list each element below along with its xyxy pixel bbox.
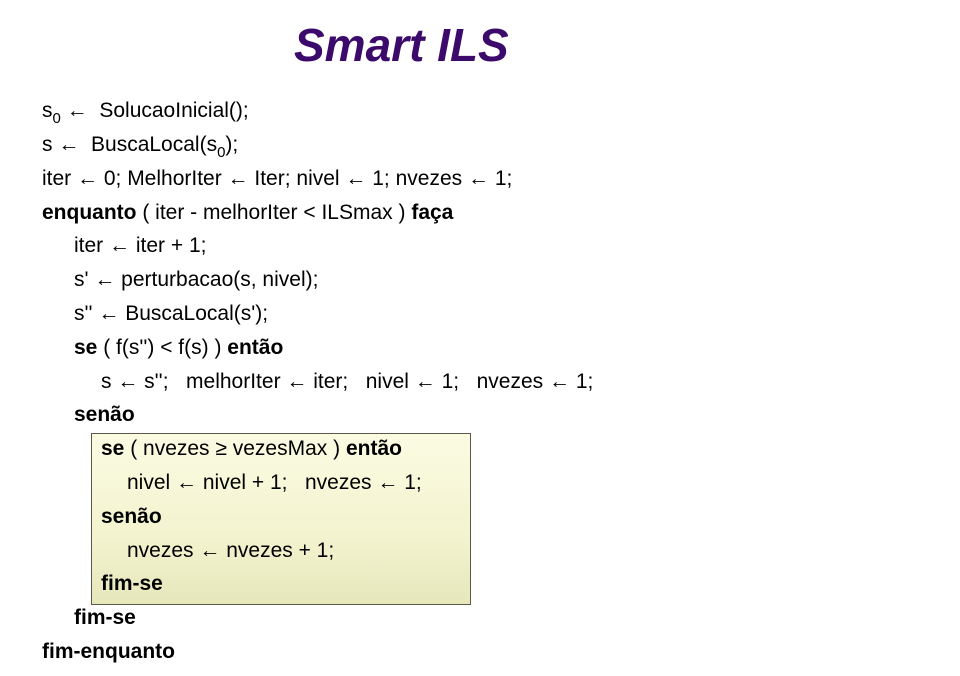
code-text: ( iter - melhorIter < ILSmax ) <box>136 201 412 224</box>
code-line-init-vars: iter ← 0; MelhorIter ← Iter; nivel ← 1; … <box>42 167 513 190</box>
code-text: s ← BuscaLocal(s <box>42 133 218 156</box>
box-line-increment-nvezes: nvezes ← nvezes + 1; <box>127 539 335 562</box>
keyword: então <box>227 336 284 359</box>
box-line-increase-level: nivel ← nivel + 1; nvezes ← 1; <box>127 471 422 494</box>
code-line-iter-increment: iter ← iter + 1; <box>74 234 207 257</box>
code-line-init-s: s ← BuscaLocal(s0); <box>42 132 239 161</box>
code-text: ( nvezes ≥ vezesMax ) <box>124 437 346 460</box>
keyword: então <box>345 437 402 460</box>
code-text: ← SolucaoInicial(); <box>60 99 249 122</box>
keyword: enquanto <box>42 201 137 224</box>
code-line-local-search: s'' ← BuscaLocal(s'); <box>74 302 269 325</box>
keyword: se <box>74 336 98 359</box>
code-text: ( f(s'') < f(s) ) <box>97 336 228 359</box>
code-line-else: senão <box>74 403 135 426</box>
page-title: Smart ILS <box>294 19 509 71</box>
code-line-while: enquanto ( iter - melhorIter < ILSmax ) … <box>42 200 453 226</box>
keyword: faça <box>411 201 454 224</box>
code-line-perturbation: s' ← perturbacao(s, nivel); <box>74 268 319 291</box>
code-line-accept: s ← s''; melhorIter ← iter; nivel ← 1; n… <box>101 370 594 393</box>
box-line-if-nvezes: se ( nvezes ≥ vezesMax ) então <box>101 436 402 462</box>
box-line-else: senão <box>101 505 162 528</box>
code-text: ); <box>225 133 239 156</box>
keyword: se <box>101 437 125 460</box>
code-line-end-if: fim-se <box>74 606 136 629</box>
subscript: 0 <box>52 110 61 127</box>
code-line-init-s0: s0 ← SolucaoInicial(); <box>42 98 249 127</box>
box-line-end-if: fim-se <box>101 572 163 595</box>
code-line-if-improved: se ( f(s'') < f(s) ) então <box>74 335 283 361</box>
subscript: 0 <box>217 144 226 161</box>
code-text: s <box>42 99 53 122</box>
code-line-end-while: fim-enquanto <box>42 640 175 663</box>
